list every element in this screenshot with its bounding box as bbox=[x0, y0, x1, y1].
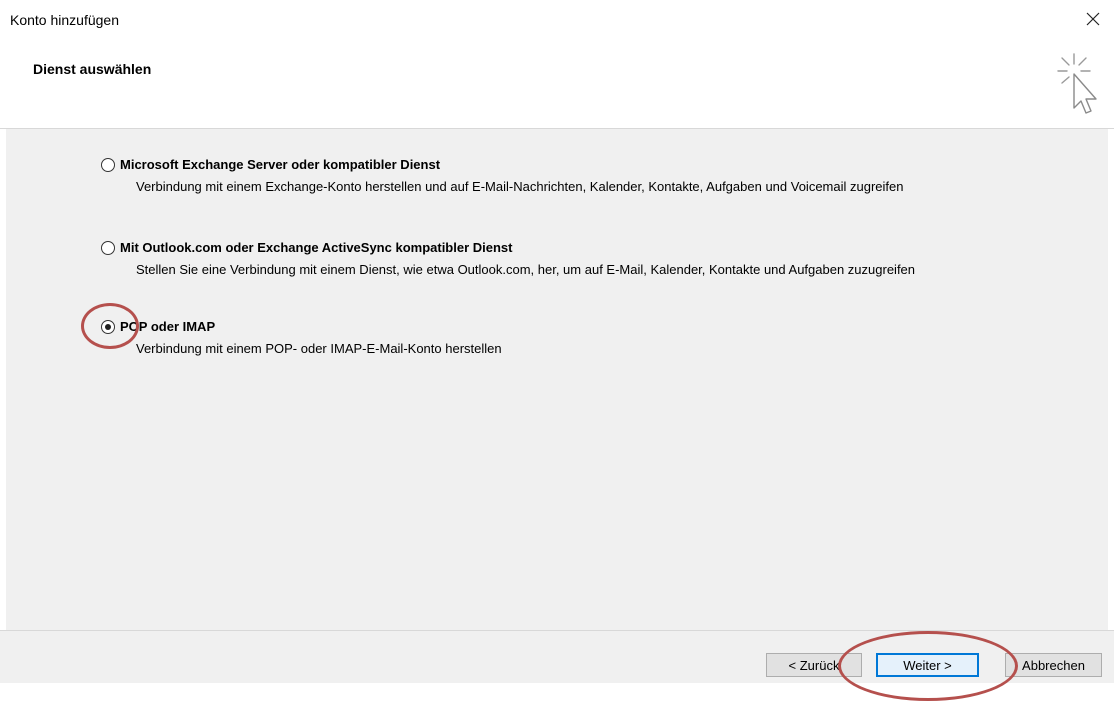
close-icon bbox=[1086, 12, 1100, 26]
option-exchange-radio-row[interactable]: Microsoft Exchange Server oder kompatibl… bbox=[101, 157, 1066, 172]
window-title: Konto hinzufügen bbox=[10, 12, 119, 28]
option-exchange-description: Verbindung mit einem Exchange-Konto hers… bbox=[136, 179, 904, 194]
option-pop-imap-label: POP oder IMAP bbox=[120, 319, 216, 334]
page-title: Dienst auswählen bbox=[33, 61, 152, 77]
radio-activesync[interactable] bbox=[101, 240, 115, 255]
radio-exchange[interactable] bbox=[101, 157, 115, 172]
back-button[interactable]: < Zurück bbox=[766, 653, 862, 677]
title-bar: Konto hinzufügen bbox=[0, 0, 1114, 40]
option-activesync-label: Mit Outlook.com oder Exchange ActiveSync… bbox=[120, 240, 513, 255]
option-exchange-label: Microsoft Exchange Server oder kompatibl… bbox=[120, 157, 441, 172]
option-activesync: Mit Outlook.com oder Exchange ActiveSync… bbox=[101, 240, 1066, 278]
wizard-footer: < Zurück Weiter > Abbrechen bbox=[0, 630, 1114, 683]
next-button[interactable]: Weiter > bbox=[876, 653, 979, 677]
cancel-button[interactable]: Abbrechen bbox=[1005, 653, 1102, 677]
radio-pop-imap[interactable] bbox=[101, 319, 115, 334]
cursor-sparkle-icon bbox=[1057, 53, 1097, 114]
option-pop-imap-radio-row[interactable]: POP oder IMAP bbox=[101, 319, 1066, 334]
option-pop-imap: POP oder IMAP Verbindung mit einem POP- … bbox=[101, 319, 1066, 357]
wizard-header: Dienst auswählen bbox=[0, 40, 1114, 129]
service-selection-panel: Microsoft Exchange Server oder kompatibl… bbox=[6, 129, 1108, 630]
close-button[interactable] bbox=[1080, 6, 1106, 32]
option-exchange: Microsoft Exchange Server oder kompatibl… bbox=[101, 157, 1066, 195]
option-activesync-description: Stellen Sie eine Verbindung mit einem Di… bbox=[136, 262, 916, 277]
option-activesync-radio-row[interactable]: Mit Outlook.com oder Exchange ActiveSync… bbox=[101, 240, 1066, 255]
option-pop-imap-description: Verbindung mit einem POP- oder IMAP-E-Ma… bbox=[136, 341, 502, 356]
